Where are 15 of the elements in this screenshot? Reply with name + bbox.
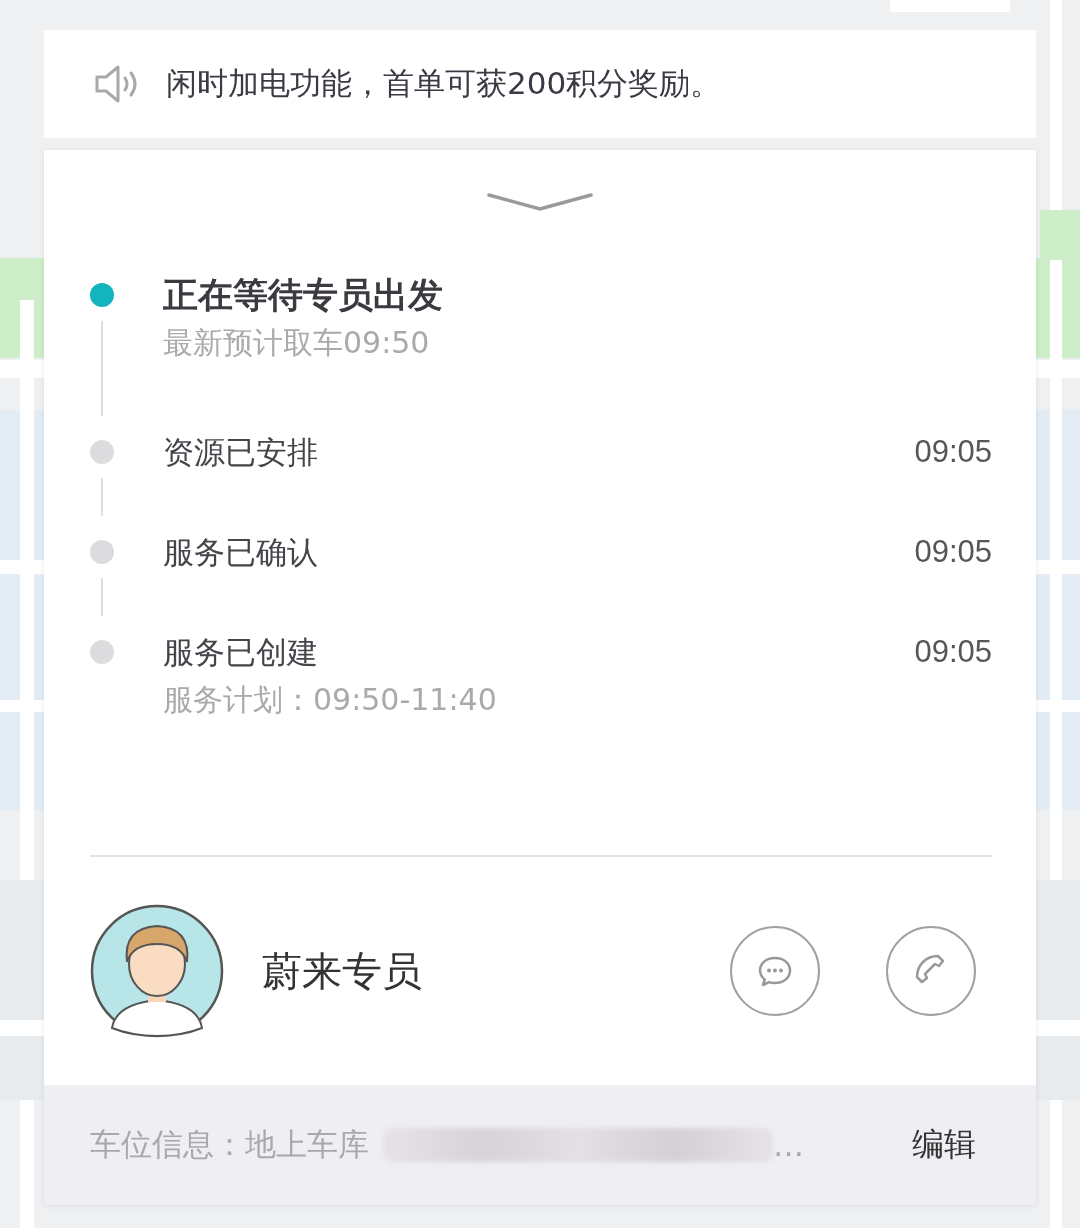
step-time: 09:05: [914, 534, 992, 569]
step-title: 正在等待专员出发: [163, 274, 444, 317]
agent-name: 蔚来专员: [262, 946, 423, 996]
edit-button[interactable]: 编辑: [912, 1123, 976, 1167]
step-title: 服务已确认: [163, 533, 319, 572]
step-time: 09:05: [914, 634, 992, 669]
ellipsis-text: …: [773, 1127, 804, 1163]
step-title: 资源已安排: [163, 433, 319, 472]
step-time: 09:05: [914, 434, 992, 469]
collapse-chevron-icon[interactable]: [487, 192, 593, 212]
parking-info-label: 车位信息：地上车库: [90, 1125, 369, 1164]
notice-text: 闲时加电功能，首单可获200积分奖励。: [166, 64, 722, 103]
step-subtitle: 服务计划：09:50-11:40: [163, 681, 498, 719]
step-subtitle: 最新预计取车09:50: [163, 324, 431, 362]
step-title: 服务已创建: [163, 633, 319, 672]
